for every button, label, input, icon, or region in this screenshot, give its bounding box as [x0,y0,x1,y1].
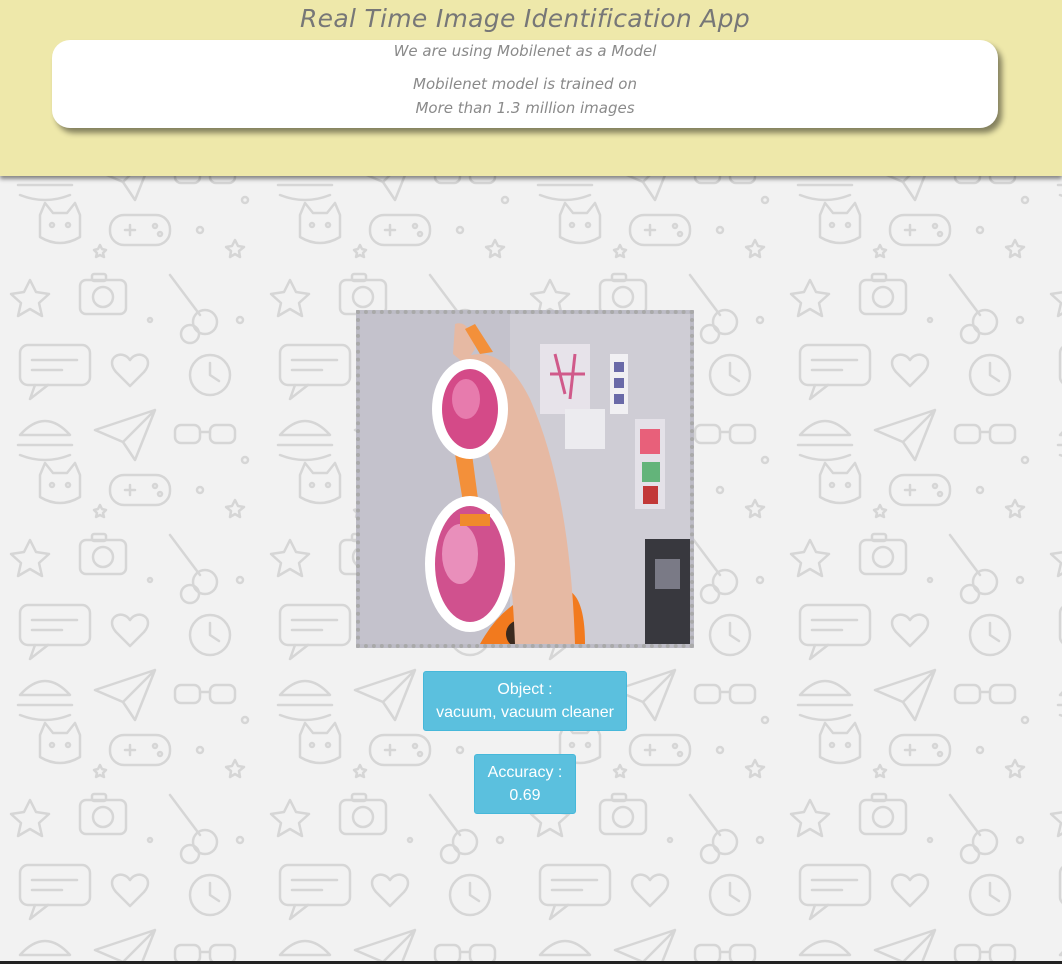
webcam-video-feed [356,310,694,648]
app-header: Real Time Image Identification App We ar… [0,0,1062,176]
accuracy-value: 0.69 [509,787,541,804]
webcam-image [360,314,690,644]
training-info-line: Mobilenet model is trained on [413,75,637,93]
dataset-size-line: More than 1.3 million images [415,99,635,117]
accuracy-label: Accuracy : [487,764,563,781]
app-title: Real Time Image Identification App [299,4,750,33]
model-info-card: We are using Mobilenet as a Model Mobile… [52,40,998,128]
object-label: Object : [497,681,553,698]
object-result-button[interactable]: Object : vacuum, vacuum cleaner [423,671,627,731]
object-value: vacuum, vacuum cleaner [436,704,614,721]
accuracy-result-button[interactable]: Accuracy : 0.69 [474,754,576,814]
model-info-line: We are using Mobilenet as a Model [393,42,657,60]
